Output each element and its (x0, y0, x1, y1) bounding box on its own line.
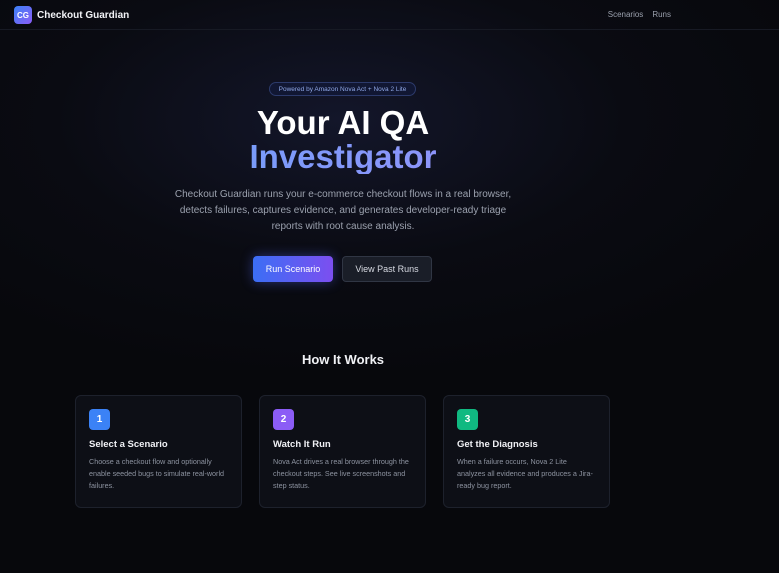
brand[interactable]: CG Checkout Guardian (14, 6, 129, 24)
nav-link-scenarios[interactable]: Scenarios (608, 10, 644, 19)
brand-name: Checkout Guardian (37, 9, 130, 21)
step-title: Get the Diagnosis (457, 439, 538, 450)
step-number-badge: 3 (457, 409, 478, 430)
step-card-1: 1 Select a Scenario Choose a checkout fl… (75, 395, 242, 508)
main-nav: Scenarios Runs (608, 10, 671, 19)
step-card-3: 3 Get the Diagnosis When a failure occur… (443, 395, 610, 508)
hero-title: Your AI QA Investigator (0, 106, 686, 174)
powered-by-badge: Powered by Amazon Nova Act + Nova 2 Lite (269, 82, 416, 96)
logo-icon: CG (14, 6, 32, 24)
step-title: Watch It Run (273, 439, 331, 450)
how-it-works-title: How It Works (301, 352, 385, 367)
step-number-badge: 2 (273, 409, 294, 430)
top-navbar: CG Checkout Guardian Scenarios Runs (0, 0, 779, 30)
page: CG Checkout Guardian Scenarios Runs Powe… (0, 0, 779, 573)
step-description: Nova Act drives a real browser through t… (273, 457, 409, 490)
nav-link-runs[interactable]: Runs (652, 10, 671, 19)
view-past-runs-button[interactable]: View Past Runs (342, 256, 432, 282)
run-scenario-button[interactable]: Run Scenario (253, 256, 333, 282)
hero-title-line1: Your AI QA (256, 104, 430, 141)
step-description: When a failure occurs, Nova 2 Lite analy… (457, 457, 593, 490)
step-description: Choose a checkout flow and optionally en… (89, 457, 225, 490)
hero-description: Checkout Guardian runs your e-commerce c… (174, 189, 512, 232)
hero-title-accent: Investigator (0, 140, 686, 174)
step-card-2: 2 Watch It Run Nova Act drives a real br… (259, 395, 426, 508)
step-number-badge: 1 (89, 409, 110, 430)
step-title: Select a Scenario (89, 439, 168, 450)
